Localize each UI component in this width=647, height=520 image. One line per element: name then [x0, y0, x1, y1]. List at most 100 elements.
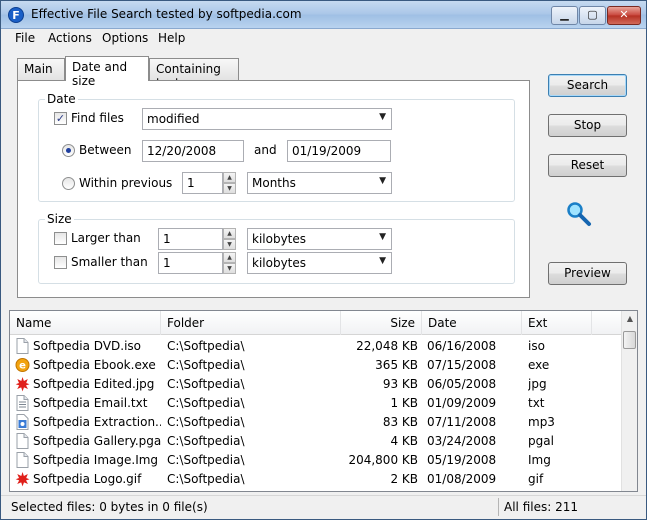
stepper-up-icon[interactable]: ▲ — [223, 228, 236, 239]
larger-than-value-field[interactable]: 1 — [158, 228, 223, 250]
cell-name: Softpedia Image.Img — [33, 453, 159, 467]
find-files-label: Find files — [71, 111, 124, 125]
text-file-icon — [15, 395, 30, 411]
between-label: Between — [79, 143, 132, 157]
cell-date: 07/11/2008 — [427, 415, 497, 429]
stepper-down-icon[interactable]: ▼ — [223, 263, 236, 274]
cell-ext: mp3 — [528, 415, 555, 429]
table-row[interactable]: Softpedia Edited.jpg C:\Softpedia\ 93 KB 06… — [10, 375, 622, 394]
column-ext[interactable]: Ext — [522, 311, 592, 335]
tab-main[interactable]: Main — [17, 58, 65, 80]
menu-actions[interactable]: Actions — [48, 31, 92, 45]
table-row[interactable]: Softpedia Email.txt C:\Softpedia\ 1 KB 01/0… — [10, 394, 622, 413]
smaller-than-unit-select[interactable]: kilobytes ▼ — [247, 252, 392, 274]
audio-file-icon — [15, 414, 30, 430]
larger-than-checkbox[interactable] — [54, 232, 67, 245]
close-button[interactable]: ✕ — [607, 6, 641, 25]
cell-name: Softpedia Ebook.exe — [33, 358, 156, 372]
file-icon — [15, 433, 30, 449]
date-from-field[interactable]: 12/20/2008 — [142, 140, 244, 162]
cell-folder: C:\Softpedia\ — [167, 453, 245, 467]
larger-than-unit-select[interactable]: kilobytes ▼ — [247, 228, 392, 250]
splat-icon — [15, 376, 30, 392]
menu-options[interactable]: Options — [102, 31, 148, 45]
smaller-than-value-field[interactable]: 1 — [158, 252, 223, 274]
stepper-up-icon[interactable]: ▲ — [223, 252, 236, 263]
date-to-field[interactable]: 01/19/2009 — [287, 140, 391, 162]
within-previous-value-field[interactable]: 1 — [182, 172, 223, 194]
column-folder[interactable]: Folder — [161, 311, 341, 335]
cell-name: Softpedia Logo.gif — [33, 472, 142, 486]
reset-button[interactable]: Reset — [548, 154, 627, 177]
cell-date: 06/16/2008 — [427, 339, 497, 353]
tab-containing-text[interactable]: Containing text — [149, 58, 239, 90]
cell-folder: C:\Softpedia\ — [167, 434, 245, 448]
tab-date-and-size[interactable]: Date and size — [65, 56, 149, 88]
cell-folder: C:\Softpedia\ — [167, 358, 245, 372]
column-size[interactable]: Size — [341, 311, 422, 335]
chevron-down-icon: ▼ — [379, 256, 386, 266]
cell-ext: txt — [528, 396, 545, 410]
table-row[interactable]: Softpedia DVD.iso C:\Softpedia\ 22,048 KB 0… — [10, 337, 622, 356]
cell-ext: jpg — [528, 377, 547, 391]
stop-button[interactable]: Stop — [548, 114, 627, 137]
cell-date: 06/05/2008 — [427, 377, 497, 391]
and-label: and — [254, 143, 277, 157]
table-row[interactable]: Softpedia Extraction.... C:\Softpedia\ 83 … — [10, 413, 622, 432]
within-previous-label: Within previous — [79, 176, 173, 190]
ie-icon: e — [15, 357, 30, 373]
cell-name: Softpedia Extraction.... — [33, 415, 161, 429]
column-name[interactable]: Name — [10, 311, 161, 335]
table-row[interactable]: Softpedia Gallery.pgal C:\Softpedia\ 4 KB 0… — [10, 432, 622, 451]
results-list[interactable]: Name Folder Size Date Ext Softpedia DVD.… — [9, 310, 638, 492]
cell-folder: C:\Softpedia\ — [167, 396, 245, 410]
find-files-checkbox[interactable]: ✓ — [54, 112, 67, 125]
cell-ext: gif — [528, 472, 544, 486]
within-previous-unit-select[interactable]: Months ▼ — [247, 172, 392, 194]
maximize-button[interactable]: ▢ — [579, 6, 606, 25]
cell-date: 01/08/2009 — [427, 472, 497, 486]
smaller-than-checkbox[interactable] — [54, 256, 67, 269]
larger-than-label: Larger than — [71, 231, 141, 245]
find-files-mode-select[interactable]: modified ▼ — [142, 108, 392, 130]
results-header: Name Folder Size Date Ext — [10, 311, 622, 335]
column-date[interactable]: Date — [422, 311, 522, 335]
stepper-down-icon[interactable]: ▼ — [223, 183, 236, 194]
file-icon — [15, 452, 30, 468]
within-previous-stepper[interactable]: ▲ ▼ — [223, 172, 236, 194]
cell-folder: C:\Softpedia\ — [167, 339, 245, 353]
menu-bar: File Actions Options Help — [1, 29, 646, 49]
find-files-mode-value: modified — [147, 112, 200, 126]
status-selected-files: Selected files: 0 bytes in 0 file(s) — [11, 500, 208, 514]
results-scrollbar[interactable]: ▲ — [621, 311, 637, 491]
cell-ext: Img — [528, 453, 551, 467]
cell-ext: iso — [528, 339, 545, 353]
minimize-button[interactable]: ▁ — [551, 6, 578, 25]
smaller-than-stepper[interactable]: ▲ ▼ — [223, 252, 236, 274]
table-row[interactable]: Softpedia Logo.gif C:\Softpedia\ 2 KB 01/08… — [10, 470, 622, 489]
scroll-thumb[interactable] — [623, 331, 636, 349]
table-row[interactable]: Softpedia Image.Img C:\Softpedia\ 204,800 … — [10, 451, 622, 470]
cell-size: 1 KB — [390, 396, 418, 410]
cell-size: 2 KB — [390, 472, 418, 486]
larger-than-unit-value: kilobytes — [252, 232, 307, 246]
within-previous-radio[interactable] — [62, 177, 75, 190]
menu-file[interactable]: File — [15, 31, 35, 45]
app-logo-icon: F — [8, 7, 24, 23]
search-button[interactable]: Search — [548, 74, 627, 97]
smaller-than-label: Smaller than — [71, 255, 148, 269]
stepper-up-icon[interactable]: ▲ — [223, 172, 236, 183]
scroll-up-icon[interactable]: ▲ — [622, 311, 637, 328]
chevron-down-icon: ▼ — [379, 176, 386, 186]
table-row[interactable]: e Softpedia Ebook.exe C:\Softpedia\ 365 KB 0… — [10, 356, 622, 375]
stepper-down-icon[interactable]: ▼ — [223, 239, 236, 250]
cell-name: Softpedia Edited.jpg — [33, 377, 155, 391]
preview-button[interactable]: Preview — [548, 262, 627, 285]
menu-help[interactable]: Help — [158, 31, 185, 45]
title-bar[interactable]: F Effective File Search tested by softpe… — [1, 1, 646, 29]
between-radio[interactable] — [62, 144, 75, 157]
cell-name: Softpedia DVD.iso — [33, 339, 142, 353]
cell-folder: C:\Softpedia\ — [167, 415, 245, 429]
cell-folder: C:\Softpedia\ — [167, 472, 245, 486]
larger-than-stepper[interactable]: ▲ ▼ — [223, 228, 236, 250]
